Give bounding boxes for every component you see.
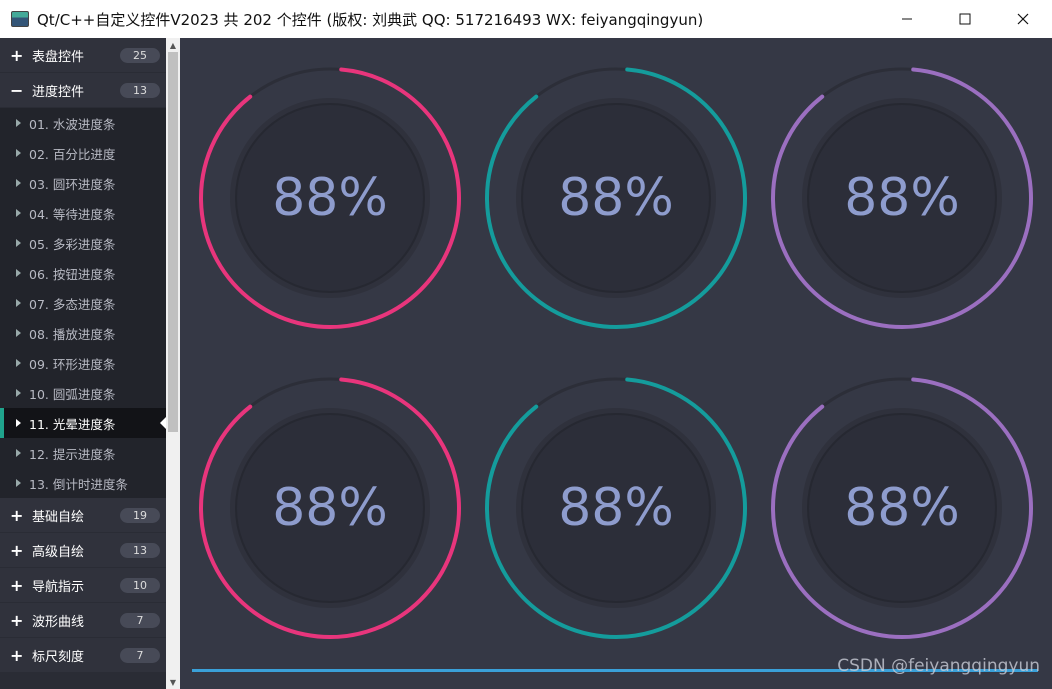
triangle-right-icon [16,299,21,307]
triangle-right-icon [16,149,21,157]
triangle-right-icon [16,479,21,487]
nav-group-label: 导航指示 [32,579,85,595]
expand-icon: + [10,610,24,630]
gauge-value: 88% [844,478,960,538]
nav-item[interactable]: 08. 播放进度条 [0,318,166,348]
nav-group-label: 表盘控件 [32,49,85,65]
triangle-right-icon [16,359,21,367]
title-bar: Qt/C++自定义控件V2023 共 202 个控件 (版权: 刘典武 QQ: … [0,0,1052,38]
nav-group-basic[interactable]: + 基础自绘 19 [0,498,166,533]
nav-item[interactable]: 12. 提示进度条 [0,438,166,468]
nav-item[interactable]: 07. 多态进度条 [0,288,166,318]
sidebar-nav: + 表盘控件 25 − 进度控件 13 01. 水波进度条 02. 百分比进度 … [0,38,166,689]
sidebar-scrollbar[interactable]: ▲ ▼ [166,38,180,689]
nav-group-wave[interactable]: + 波形曲线 7 [0,603,166,638]
close-button[interactable] [994,0,1052,38]
nav-item-label: 01. 水波进度条 [29,116,116,132]
count-badge: 25 [120,47,160,63]
halo-gauge: 88% [767,63,1037,333]
scroll-thumb[interactable] [168,52,178,432]
halo-gauge: 88% [195,63,465,333]
gauge-value: 88% [272,168,388,228]
nav-group-label: 标尺刻度 [32,649,85,665]
nav-group-dial[interactable]: + 表盘控件 25 [0,38,166,73]
nav-item-label: 13. 倒计时进度条 [29,476,128,492]
triangle-right-icon [16,419,21,427]
triangle-right-icon [16,449,21,457]
count-badge: 7 [120,612,160,628]
nav-item-label: 07. 多态进度条 [29,296,116,312]
nav-group-navigation[interactable]: + 导航指示 10 [0,568,166,603]
window-title: Qt/C++自定义控件V2023 共 202 个控件 (版权: 刘典武 QQ: … [37,10,704,29]
triangle-right-icon [16,329,21,337]
expand-icon: + [10,505,24,525]
triangle-right-icon [16,119,21,127]
nav-item-label: 02. 百分比进度 [29,146,116,162]
count-badge: 13 [120,542,160,558]
count-badge: 13 [120,82,160,98]
app-icon [11,11,29,27]
collapse-icon: − [10,80,24,100]
close-icon [1017,13,1029,25]
maximize-icon [959,13,971,25]
nav-item[interactable]: 02. 百分比进度 [0,138,166,168]
nav-item-label: 09. 环形进度条 [29,356,116,372]
nav-group-advanced[interactable]: + 高级自绘 13 [0,533,166,568]
triangle-right-icon [16,269,21,277]
nav-item-label: 08. 播放进度条 [29,326,116,342]
halo-gauge: 88% [481,373,751,643]
expand-icon: + [10,575,24,595]
nav-group-label: 基础自绘 [32,509,85,525]
nav-item-label: 04. 等待进度条 [29,206,116,222]
nav-item[interactable]: 09. 环形进度条 [0,348,166,378]
nav-item[interactable]: 06. 按钮进度条 [0,258,166,288]
nav-group-label: 高级自绘 [32,544,85,560]
halo-gauge: 88% [481,63,751,333]
window-controls [878,0,1052,38]
nav-item-label: 11. 光晕进度条 [29,416,116,432]
expand-icon: + [10,645,24,665]
halo-gauge: 88% [195,373,465,643]
watermark: CSDN @feiyangqingyun [837,656,1040,676]
count-badge: 10 [120,577,160,593]
scroll-down-icon[interactable]: ▼ [166,675,180,689]
nav-item[interactable]: 03. 圆环进度条 [0,168,166,198]
triangle-right-icon [16,179,21,187]
gauge-value: 88% [272,478,388,538]
gauge-value: 88% [844,168,960,228]
expand-icon: + [10,45,24,65]
gauge-value: 88% [558,168,674,228]
gauge-value: 88% [558,478,674,538]
nav-item-label: 03. 圆环进度条 [29,176,116,192]
nav-item[interactable]: 04. 等待进度条 [0,198,166,228]
minimize-icon [902,18,912,20]
nav-item-label: 05. 多彩进度条 [29,236,116,252]
nav-group-label: 波形曲线 [32,614,85,630]
count-badge: 19 [120,507,160,523]
nav-group-ruler[interactable]: + 标尺刻度 7 [0,638,166,673]
content-panel: 88% 88% 88% 88% 88% 88% [180,38,1052,689]
nav-item[interactable]: 13. 倒计时进度条 [0,468,166,498]
scroll-up-icon[interactable]: ▲ [166,38,180,52]
nav-item[interactable]: 10. 圆弧进度条 [0,378,166,408]
count-badge: 7 [120,647,160,663]
nav-item[interactable]: 05. 多彩进度条 [0,228,166,258]
nav-item-label: 10. 圆弧进度条 [29,386,116,402]
nav-item-label: 06. 按钮进度条 [29,266,116,282]
triangle-right-icon [16,239,21,247]
triangle-right-icon [16,389,21,397]
minimize-button[interactable] [878,0,936,38]
nav-item[interactable]: 01. 水波进度条 [0,108,166,138]
maximize-button[interactable] [936,0,994,38]
nav-item-label: 12. 提示进度条 [29,446,116,462]
nav-group-progress[interactable]: − 进度控件 13 [0,73,166,108]
nav-item-selected[interactable]: 11. 光晕进度条 [0,408,166,438]
halo-gauge: 88% [767,373,1037,643]
expand-icon: + [10,540,24,560]
triangle-right-icon [16,209,21,217]
nav-group-label: 进度控件 [32,84,85,100]
